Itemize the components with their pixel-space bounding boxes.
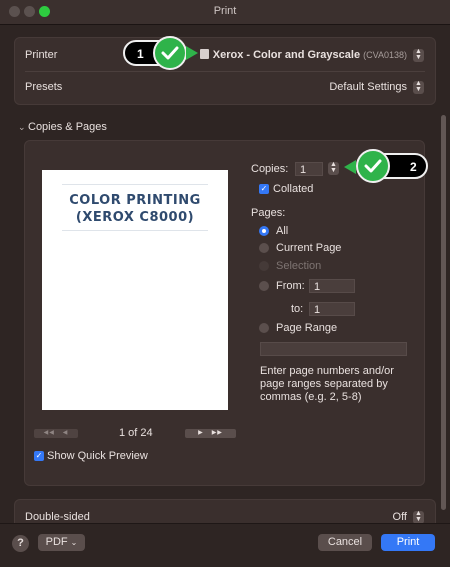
printer-label: Printer (25, 49, 58, 61)
page-preview: COLOR PRINTING (XEROX C8000) (42, 170, 228, 410)
pages-from-label: From: (276, 280, 305, 292)
printer-select[interactable]: Xerox - Color and Grayscale (CVA0138) (199, 49, 407, 61)
panel-divider (25, 71, 425, 72)
checkmark-icon (356, 149, 390, 183)
pdf-label: PDF (45, 536, 68, 548)
double-sided-row: Double-sided Off ▲ ▼ (14, 499, 436, 526)
copies-pages-section-toggle[interactable]: ⌄ Copies & Pages (18, 121, 107, 133)
preview-rule (62, 230, 208, 231)
double-sided-select[interactable]: Off (393, 511, 407, 523)
copies-field[interactable]: 1 (295, 162, 323, 176)
collated-checkbox[interactable]: ✓ (259, 184, 269, 194)
checkmark-icon (153, 36, 187, 70)
page-range-field[interactable] (260, 342, 407, 356)
printer-icon (199, 49, 209, 59)
section-title: Copies & Pages (28, 121, 107, 133)
printer-name: Xerox - Color and Grayscale (212, 49, 361, 61)
pages-to-field[interactable]: 1 (309, 302, 355, 316)
print-button[interactable]: Print (381, 534, 435, 551)
first-previous-page-button[interactable]: ◀◀ ◀ (34, 429, 78, 438)
cancel-button[interactable]: Cancel (318, 534, 372, 551)
pages-range-radio[interactable] (259, 323, 269, 333)
title-bar: Print (0, 0, 450, 25)
printer-presets-panel: Printer Xerox - Color and Grayscale (CVA… (14, 37, 436, 105)
preview-heading-line-2: (XEROX C8000) (75, 210, 195, 225)
chevron-down-icon: ⌄ (18, 122, 26, 132)
copies-stepper-icon[interactable]: ▲ ▼ (328, 161, 339, 175)
pages-selection-label: Selection (276, 260, 322, 272)
pages-from-field[interactable]: 1 (309, 279, 355, 293)
pages-to-label: to: (291, 303, 304, 315)
pages-from-radio[interactable] (259, 281, 269, 291)
double-sided-label: Double-sided (25, 511, 90, 523)
pages-range-label: Page Range (276, 322, 338, 334)
pages-selection-radio (259, 261, 269, 271)
page-count: 1 of 24 (119, 427, 153, 439)
copies-pages-panel: COLOR PRINTING (XEROX C8000) ◀◀ ◀ 1 of 2… (24, 140, 425, 486)
window-title: Print (213, 5, 237, 17)
pointer-arrow-icon (344, 160, 356, 174)
page-range-help-text: Enter page numbers and/or page ranges se… (260, 365, 394, 403)
show-quick-preview-checkbox[interactable]: ✓ (34, 451, 44, 461)
preview-heading: COLOR PRINTING (XEROX C8000) (42, 192, 228, 226)
pdf-menu-button[interactable]: PDF ⌄ (38, 534, 85, 551)
preview-rule (62, 184, 208, 185)
pages-current-label: Current Page (276, 242, 342, 254)
presets-label: Presets (25, 81, 63, 93)
collated-label: Collated (273, 183, 314, 195)
pages-all-radio[interactable] (259, 226, 269, 236)
help-button[interactable]: ? (12, 535, 29, 552)
next-last-page-button[interactable]: ▶ ▶▶ (185, 429, 236, 438)
pages-current-radio[interactable] (259, 243, 269, 253)
scrollbar[interactable] (441, 115, 446, 510)
copies-label: Copies: (251, 163, 289, 175)
step-number-2: 2 (410, 160, 417, 174)
printer-popup-stepper-icon[interactable]: ▲ ▼ (413, 48, 424, 62)
step-number-1: 1 (137, 47, 144, 61)
pages-label: Pages: (251, 207, 286, 219)
presets-select[interactable]: Default Settings (329, 81, 407, 93)
pages-all-label: All (276, 225, 289, 237)
chevron-down-icon: ⌄ (70, 538, 78, 547)
pointer-arrow-icon (186, 46, 198, 60)
bottom-bar: ? PDF ⌄ Cancel Print (0, 523, 450, 567)
preview-heading-line-1: COLOR PRINTING (69, 193, 201, 208)
printer-id: (CVA0138) (363, 50, 407, 60)
show-quick-preview-label: Show Quick Preview (47, 450, 148, 462)
presets-popup-stepper-icon[interactable]: ▲ ▼ (413, 80, 424, 94)
